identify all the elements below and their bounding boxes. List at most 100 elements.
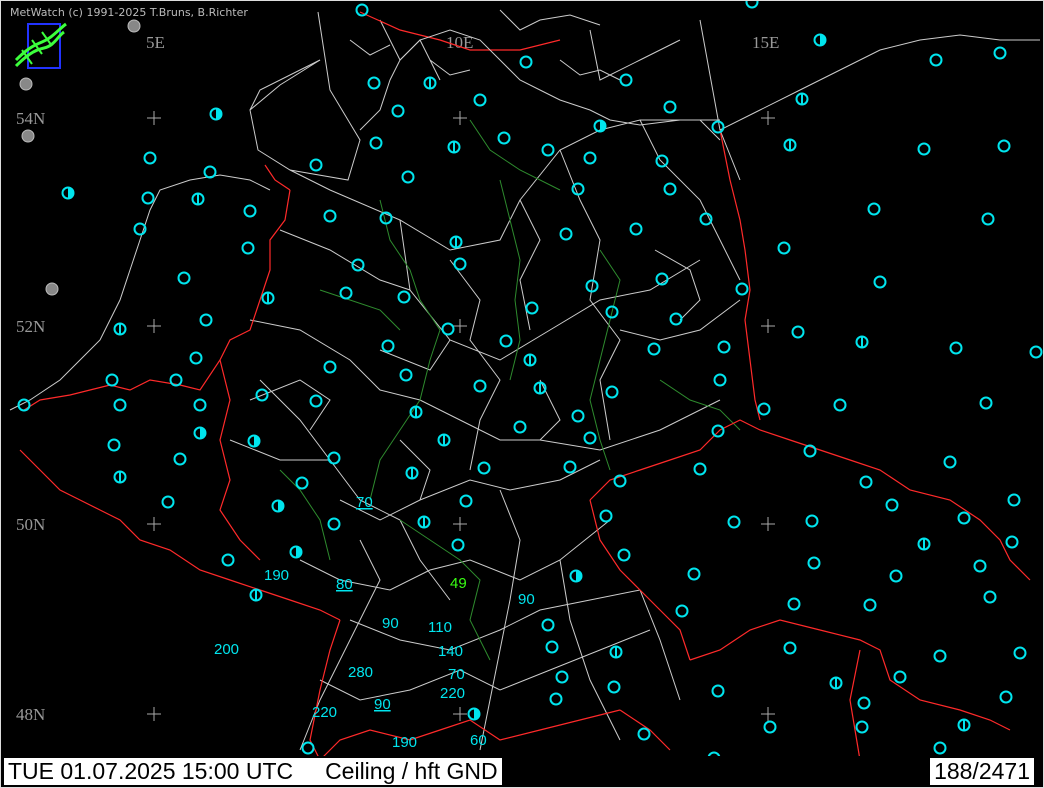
- station-marker[interactable]: [441, 322, 455, 336]
- station-marker[interactable]: [447, 140, 461, 154]
- station-marker[interactable]: [545, 640, 559, 654]
- station-marker[interactable]: [569, 569, 583, 583]
- station-marker[interactable]: [261, 291, 275, 305]
- station-marker[interactable]: [161, 495, 175, 509]
- station-marker[interactable]: [583, 151, 597, 165]
- station-marker[interactable]: [449, 235, 463, 249]
- station-marker[interactable]: [397, 290, 411, 304]
- station-marker[interactable]: [549, 692, 563, 706]
- station-marker[interactable]: [893, 670, 907, 684]
- station-marker[interactable]: [735, 282, 749, 296]
- station-marker[interactable]: [637, 727, 651, 741]
- station-marker[interactable]: [993, 46, 1007, 60]
- station-marker[interactable]: [289, 545, 303, 559]
- station-marker[interactable]: [437, 433, 451, 447]
- station-marker[interactable]: [459, 494, 473, 508]
- station-marker[interactable]: [607, 680, 621, 694]
- station-marker[interactable]: [327, 517, 341, 531]
- station-marker[interactable]: [763, 720, 777, 734]
- station-marker[interactable]: [997, 139, 1011, 153]
- station-marker[interactable]: [525, 301, 539, 315]
- station-marker[interactable]: [295, 476, 309, 490]
- station-marker[interactable]: [141, 191, 155, 205]
- station-marker[interactable]: [833, 398, 847, 412]
- station-marker[interactable]: [583, 431, 597, 445]
- station-marker[interactable]: [711, 120, 725, 134]
- station-marker[interactable]: [867, 202, 881, 216]
- station-marker[interactable]: [209, 107, 223, 121]
- station-marker[interactable]: [859, 475, 873, 489]
- station-marker[interactable]: [113, 322, 127, 336]
- station-marker[interactable]: [519, 55, 533, 69]
- station-marker[interactable]: [571, 182, 585, 196]
- station-marker[interactable]: [777, 241, 791, 255]
- station-marker[interactable]: [309, 158, 323, 172]
- station-marker[interactable]: [523, 353, 537, 367]
- station-marker[interactable]: [563, 460, 577, 474]
- station-marker[interactable]: [555, 670, 569, 684]
- station-marker[interactable]: [829, 676, 843, 690]
- station-marker[interactable]: [687, 567, 701, 581]
- station-marker[interactable]: [391, 104, 405, 118]
- station-marker[interactable]: [369, 136, 383, 150]
- station-marker[interactable]: [61, 186, 75, 200]
- station-marker[interactable]: [243, 204, 257, 218]
- station-marker[interactable]: [783, 641, 797, 655]
- station-marker[interactable]: [675, 604, 689, 618]
- station-marker[interactable]: [301, 741, 315, 755]
- station-marker[interactable]: [417, 515, 431, 529]
- station-marker[interactable]: [807, 556, 821, 570]
- weather-map[interactable]: 5E 10E 15E54N52N50N48N 7019080 499090 110200…: [0, 0, 1044, 788]
- station-marker[interactable]: [933, 741, 947, 755]
- station-marker[interactable]: [241, 241, 255, 255]
- station-marker[interactable]: [791, 325, 805, 339]
- station-marker[interactable]: [221, 553, 235, 567]
- station-marker[interactable]: [191, 192, 205, 206]
- station-marker[interactable]: [655, 154, 669, 168]
- station-marker[interactable]: [189, 351, 203, 365]
- station-marker[interactable]: [1029, 345, 1043, 359]
- station-marker[interactable]: [605, 385, 619, 399]
- station-marker[interactable]: [1013, 646, 1027, 660]
- station-marker[interactable]: [711, 424, 725, 438]
- station-marker[interactable]: [309, 394, 323, 408]
- station-marker[interactable]: [805, 514, 819, 528]
- station-marker[interactable]: [199, 313, 213, 327]
- station-marker[interactable]: [693, 462, 707, 476]
- station-marker[interactable]: [423, 76, 437, 90]
- station-marker[interactable]: [663, 100, 677, 114]
- station-marker[interactable]: [571, 409, 585, 423]
- station-marker[interactable]: [323, 209, 337, 223]
- station-marker[interactable]: [513, 420, 527, 434]
- station-marker[interactable]: [45, 282, 59, 296]
- station-marker[interactable]: [541, 618, 555, 632]
- station-marker[interactable]: [957, 511, 971, 525]
- station-marker[interactable]: [143, 151, 157, 165]
- station-marker[interactable]: [327, 451, 341, 465]
- station-marker[interactable]: [757, 402, 771, 416]
- station-marker[interactable]: [559, 227, 573, 241]
- station-marker[interactable]: [367, 76, 381, 90]
- station-marker[interactable]: [663, 182, 677, 196]
- station-marker[interactable]: [401, 170, 415, 184]
- station-marker[interactable]: [973, 559, 987, 573]
- station-marker[interactable]: [727, 515, 741, 529]
- station-marker[interactable]: [1005, 535, 1019, 549]
- station-marker[interactable]: [795, 92, 809, 106]
- station-marker[interactable]: [983, 590, 997, 604]
- station-marker[interactable]: [713, 373, 727, 387]
- station-marker[interactable]: [717, 340, 731, 354]
- station-marker[interactable]: [399, 368, 413, 382]
- station-marker[interactable]: [193, 398, 207, 412]
- station-marker[interactable]: [193, 426, 207, 440]
- station-marker[interactable]: [619, 73, 633, 87]
- station-marker[interactable]: [889, 569, 903, 583]
- station-marker[interactable]: [19, 77, 33, 91]
- station-marker[interactable]: [499, 334, 513, 348]
- station-marker[interactable]: [979, 396, 993, 410]
- station-marker[interactable]: [617, 548, 631, 562]
- station-marker[interactable]: [477, 461, 491, 475]
- station-marker[interactable]: [711, 684, 725, 698]
- station-marker[interactable]: [943, 455, 957, 469]
- station-marker[interactable]: [669, 312, 683, 326]
